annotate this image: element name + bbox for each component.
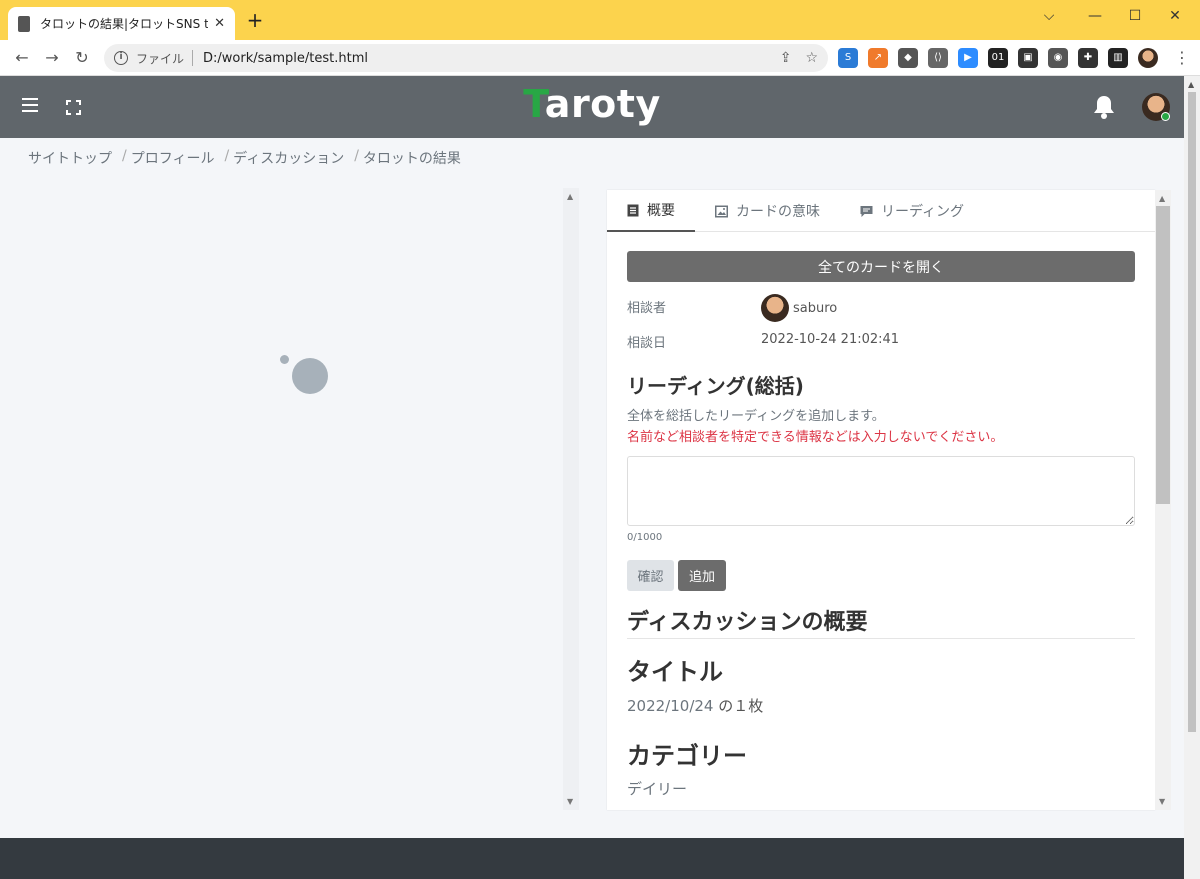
tab-card-meaning[interactable]: カードの意味	[695, 190, 840, 232]
scroll-up-arrow-icon[interactable]: ▲	[1159, 194, 1165, 203]
panel-scrollbar[interactable]: ▲ ▼	[1155, 190, 1171, 810]
comment-icon	[860, 205, 873, 217]
panel-scrollbar-thumb[interactable]	[1156, 206, 1170, 504]
consult-date-value: 2022-10-24 21:02:41	[761, 332, 900, 347]
reload-button[interactable]: ↻	[70, 46, 94, 70]
breadcrumb-current: タロットの結果	[362, 151, 461, 167]
code-extension-icon[interactable]: ⟨⟩	[928, 48, 948, 68]
add-button[interactable]: 追加	[678, 560, 726, 591]
consultant-name[interactable]: saburo	[793, 301, 837, 316]
more-menu-icon[interactable]: ⋮	[1174, 48, 1190, 68]
document-icon	[627, 204, 639, 216]
breadcrumb: サイトトップ / プロフィール / ディスカッション / タロットの結果	[28, 148, 471, 168]
scroll-down-arrow-icon[interactable]: ▼	[567, 797, 573, 806]
browser-titlebar: タロットの結果|タロットSNS taroty ✕ + ⌵ — ☐ ✕	[0, 0, 1200, 40]
page-scrollbar-thumb[interactable]	[1188, 92, 1196, 732]
confirm-button[interactable]: 確認	[627, 560, 674, 591]
tag-extension-icon[interactable]: ◆	[898, 48, 918, 68]
reading-summary-note: 全体を総括したリーディングを追加します。	[627, 409, 885, 424]
consult-date-label: 相談日	[627, 336, 667, 351]
pip-extension-icon[interactable]: ▣	[1018, 48, 1038, 68]
app-header: Taroty	[0, 76, 1184, 138]
card-spread-pane: ▲ ▼	[0, 188, 580, 810]
panel-tabs: 概要 カードの意味 リーディング	[607, 190, 1155, 232]
reading-summary-heading: リーディング(総括)	[627, 374, 804, 398]
bookmark-star-icon[interactable]: ☆	[805, 50, 818, 66]
url-text[interactable]: D:/work/sample/test.html	[203, 51, 766, 66]
omnibox-divider	[192, 50, 194, 66]
notification-bell-icon[interactable]	[1092, 94, 1116, 120]
camera-extension-icon[interactable]: ◉	[1048, 48, 1068, 68]
breadcrumb-discussion[interactable]: ディスカッション	[233, 148, 344, 168]
tab-close-icon[interactable]: ✕	[214, 16, 225, 31]
tab-overview-label: 概要	[647, 203, 675, 219]
breadcrumb-profile[interactable]: プロフィール	[131, 148, 215, 168]
open-all-cards-button[interactable]: 全てのカードを開く	[627, 251, 1135, 282]
left-pane-scrollbar[interactable]: ▲ ▼	[563, 188, 579, 810]
loading-dot-large	[292, 358, 328, 394]
tab-overview[interactable]: 概要	[607, 190, 695, 232]
consultant-label: 相談者	[627, 301, 667, 316]
breadcrumb-site-top[interactable]: サイトトップ	[28, 148, 112, 168]
category-heading: カテゴリー	[627, 742, 747, 770]
tarot-card-favicon-icon	[18, 15, 30, 32]
s-extension-icon[interactable]: S	[838, 48, 858, 68]
subtitle-card-count: の１枚	[718, 697, 764, 715]
new-tab-button[interactable]: +	[244, 10, 266, 30]
share-icon[interactable]: ⇪	[780, 50, 792, 66]
puzzle-extension-icon[interactable]: ✚	[1078, 48, 1098, 68]
loading-dot-small	[280, 355, 289, 364]
tab-reading-label: リーディング	[881, 204, 965, 220]
page-viewport: Taroty サイトトップ / プロフィール / ディスカッション / タロット…	[0, 76, 1184, 879]
breadcrumb-separator: /	[224, 148, 230, 164]
privacy-warning: 名前など相談者を特定できる情報などは入力しないでください。	[627, 430, 1004, 445]
title-heading: タイトル	[627, 658, 723, 686]
browser-toolbar: ← → ↻ i ファイル D:/work/sample/test.html ⇪ …	[0, 40, 1200, 76]
back-button[interactable]: ←	[10, 46, 34, 70]
consultant-avatar[interactable]	[761, 294, 789, 322]
address-bar[interactable]: i ファイル D:/work/sample/test.html ⇪ ☆	[104, 44, 828, 72]
scroll-down-arrow-icon[interactable]: ▼	[1159, 797, 1165, 806]
close-window-button[interactable]: ✕	[1152, 6, 1198, 28]
breadcrumb-separator: /	[122, 148, 127, 164]
consultant-value[interactable]: saburo	[761, 294, 837, 322]
discussion-overview-heading: ディスカッションの概要	[627, 604, 1135, 639]
brand-initial: T	[523, 82, 545, 126]
forward-button[interactable]: →	[40, 46, 64, 70]
page-footer	[0, 838, 1184, 879]
character-counter: 0/1000	[627, 532, 663, 543]
scroll-up-arrow-icon[interactable]: ▲	[567, 192, 573, 201]
extensions-bar: ⋮ S ↗ ◆ ⟨⟩ ▶ 01 ▣ ◉ ✚ ▥	[838, 48, 1190, 68]
sidepanel-extension-icon[interactable]: ▥	[1108, 48, 1128, 68]
title-subtitle: 2022/10/24 の１枚	[627, 695, 763, 716]
chart-extension-icon[interactable]: ↗	[868, 48, 888, 68]
brand-logo[interactable]: Taroty	[0, 82, 1184, 126]
page-scrollbar[interactable]: ▲	[1184, 76, 1200, 879]
zoom-extension-icon[interactable]: ▶	[958, 48, 978, 68]
reading-summary-input[interactable]	[627, 456, 1135, 526]
tab-search-icon[interactable]: ⌵	[1026, 6, 1072, 28]
binary-extension-icon[interactable]: 01	[988, 48, 1008, 68]
breadcrumb-separator: /	[354, 148, 359, 164]
online-status-dot	[1161, 112, 1170, 121]
tab-card-meaning-label: カードの意味	[736, 204, 820, 220]
image-icon	[715, 205, 728, 217]
browser-tab[interactable]: タロットの結果|タロットSNS taroty ✕	[8, 7, 235, 40]
scroll-up-arrow-icon[interactable]: ▲	[1188, 80, 1194, 89]
file-scheme-label: ファイル	[136, 51, 185, 66]
info-icon[interactable]: i	[114, 51, 128, 65]
profile-avatar[interactable]	[1138, 48, 1158, 68]
brand-rest: aroty	[544, 82, 661, 126]
tab-title: タロットの結果|タロットSNS taroty	[40, 17, 209, 31]
tab-reading[interactable]: リーディング	[840, 190, 984, 232]
category-value: デイリー	[627, 780, 688, 798]
subtitle-date: 2022/10/24	[627, 697, 714, 715]
result-panel: 概要 カードの意味 リーディング 全てのカードを開く 相談者 saburo 相談…	[607, 190, 1155, 810]
